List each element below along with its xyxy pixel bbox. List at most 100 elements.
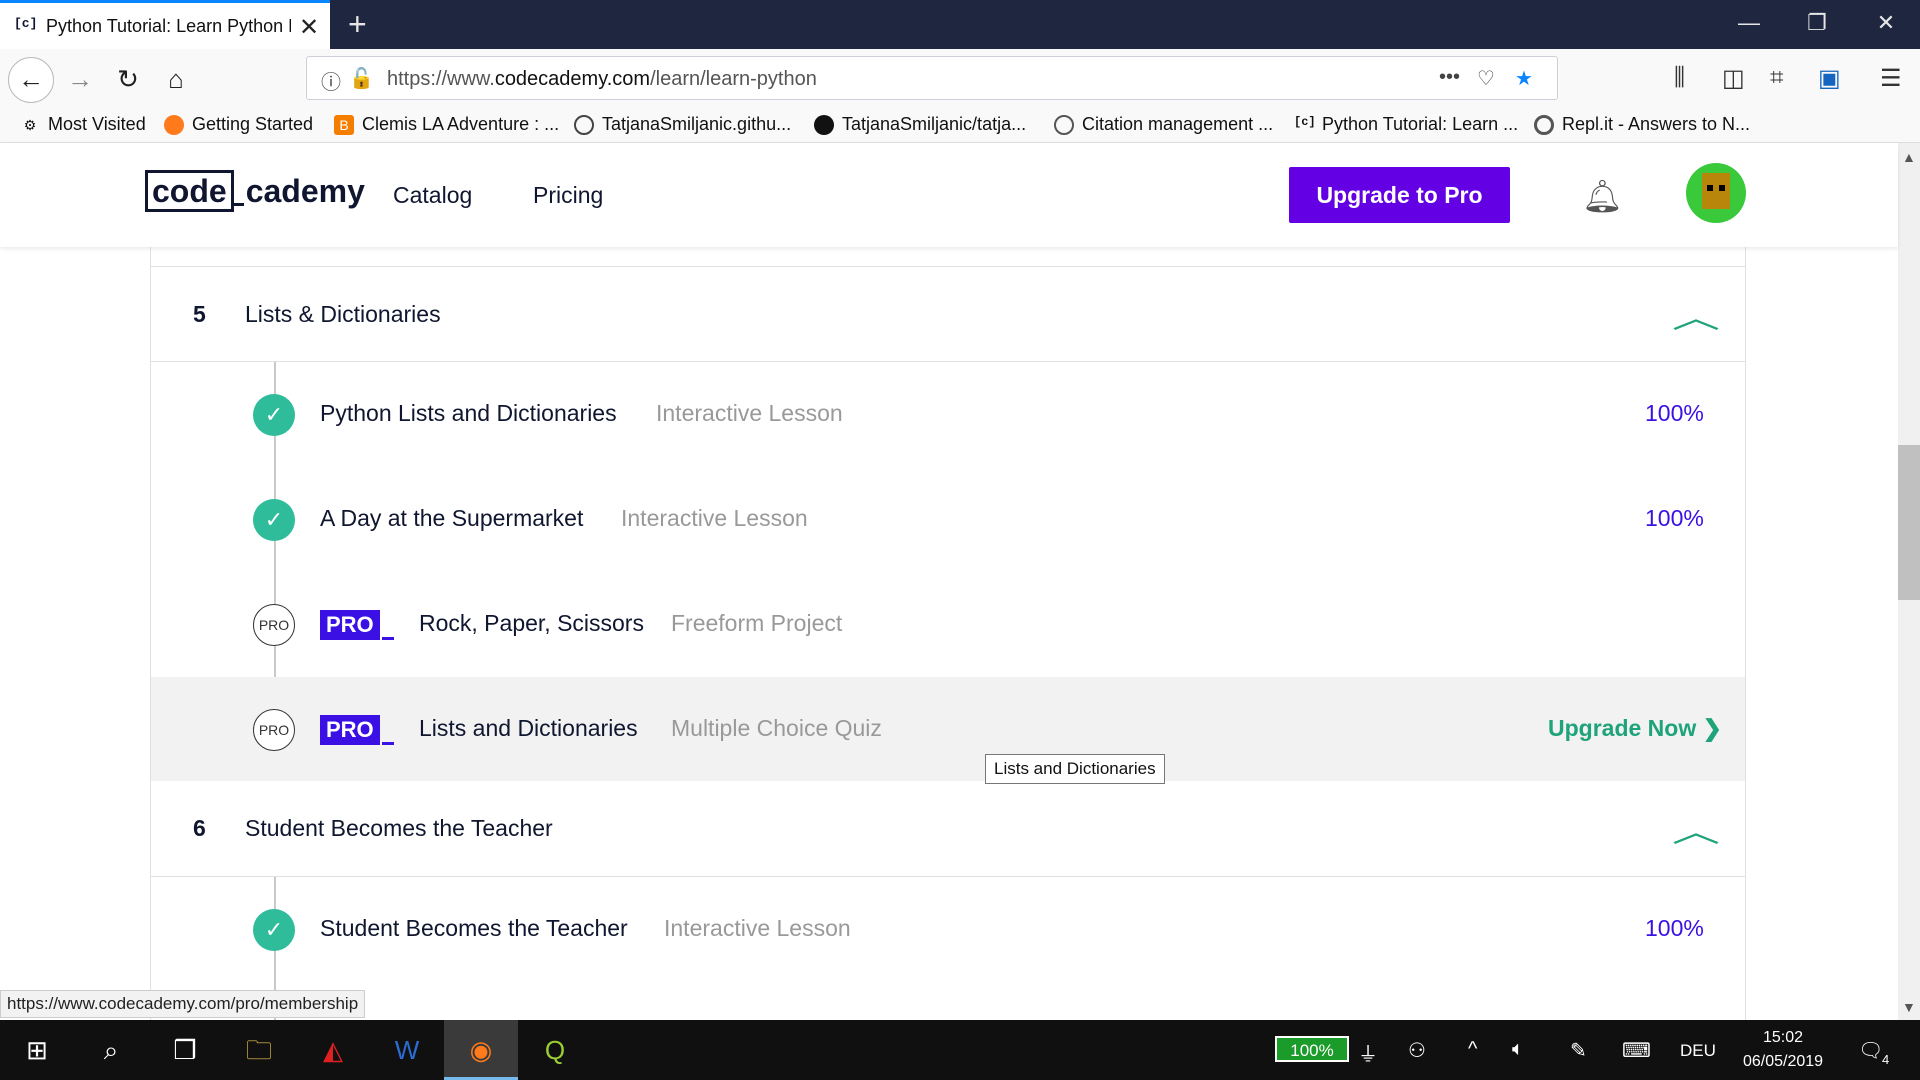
chevron-up-icon[interactable]: ︿ — [1672, 807, 1720, 851]
url-bar[interactable]: ⓘ 🔓 https://www.codecademy.com/learn/lea… — [306, 56, 1558, 100]
battery-indicator[interactable]: 100% — [1275, 1036, 1349, 1062]
language-indicator[interactable]: DEU — [1680, 1041, 1716, 1061]
lesson-type: Multiple Choice Quiz — [671, 715, 882, 741]
search-icon[interactable]: ⌕ — [74, 1020, 148, 1080]
nav-catalog[interactable]: Catalog — [393, 182, 472, 209]
lesson-title[interactable]: Python Lists and Dictionaries — [320, 400, 617, 427]
clock[interactable]: 15:02 06/05/2019 — [1738, 1026, 1828, 1074]
lesson-row[interactable]: ✓ Python Lists and Dictionaries Interact… — [151, 362, 1745, 466]
menu-icon[interactable]: ☰ — [1880, 64, 1902, 93]
chevron-up-icon[interactable]: ^ — [1468, 1038, 1477, 1061]
firefox-icon[interactable]: ◉ — [444, 1020, 518, 1080]
forward-button[interactable]: → — [62, 61, 98, 97]
lesson-type: Interactive Lesson — [664, 915, 851, 941]
page-actions-icon[interactable]: ••• — [1439, 66, 1460, 89]
bookmarks-bar: ⚙ Most Visited Getting Started B Clemis LA… — [0, 109, 1920, 143]
bookmark-star-icon[interactable]: ★ — [1515, 66, 1533, 91]
chevron-right-icon: ❯ — [1702, 715, 1722, 741]
pen-icon[interactable]: ✎ — [1570, 1038, 1587, 1063]
pro-lock-icon: PRO — [253, 709, 295, 751]
bookmark-replit[interactable]: Repl.it - Answers to N... — [1534, 114, 1750, 135]
chevron-up-icon[interactable]: ︿ — [1672, 293, 1720, 337]
scroll-down-icon[interactable]: ▼ — [1902, 999, 1916, 1015]
browser-tab[interactable]: [c] Python Tutorial: Learn Python F ✕ — [0, 0, 330, 49]
time: 15:02 — [1762, 1029, 1804, 1046]
lesson-type: Freeform Project — [671, 610, 843, 636]
task-view-icon[interactable]: ❒ — [148, 1020, 222, 1080]
link-status-url: https://www.codecademy.com/pro/membershi… — [0, 990, 366, 1018]
section-number: 6 — [193, 815, 206, 841]
restore-button[interactable]: ❐ — [1797, 10, 1837, 36]
lesson-title[interactable]: Lists and Dictionaries — [419, 715, 638, 742]
bookmark-citation[interactable]: Citation management ... — [1054, 114, 1273, 135]
sidebar-icon[interactable]: ◫ — [1722, 64, 1745, 93]
tab-title: Python Tutorial: Learn Python F — [46, 16, 291, 36]
date: 06/05/2019 — [1742, 1053, 1824, 1070]
checkmark-icon: ✓ — [253, 499, 295, 541]
notifications-bell-icon[interactable]: 🔔︎ — [1582, 177, 1623, 215]
new-tab-button[interactable]: + — [348, 6, 367, 43]
syllabus: 5 Lists & Dictionaries ︿ ✓ Python Lists … — [150, 247, 1746, 1020]
qgis-icon[interactable]: Q — [518, 1020, 592, 1080]
url-text[interactable]: https://www.codecademy.com/learn/learn-p… — [387, 68, 817, 91]
info-icon[interactable]: ⓘ — [321, 66, 341, 95]
insecure-lock-icon[interactable]: 🔓 — [349, 66, 374, 91]
codecademy-logo[interactable]: code cademy — [145, 170, 365, 212]
extension-icon[interactable]: ▣ — [1818, 64, 1841, 93]
acrobat-icon[interactable]: ◭ — [296, 1020, 370, 1080]
library-icon[interactable]: ⫼ — [1674, 64, 1685, 92]
bookmark-getting-started[interactable]: Getting Started — [164, 114, 313, 135]
lesson-type: Interactive Lesson — [656, 400, 843, 426]
nav-pricing[interactable]: Pricing — [533, 182, 603, 209]
windows-start-icon[interactable]: ⊞ — [0, 1020, 74, 1080]
scroll-up-icon[interactable]: ▲ — [1902, 149, 1916, 165]
tooltip: Lists and Dictionaries — [985, 754, 1165, 784]
notification-count: 4 — [1882, 1052, 1890, 1067]
keyboard-icon[interactable]: ⌨ — [1622, 1038, 1651, 1063]
close-tab-icon[interactable]: ✕ — [299, 13, 319, 42]
section-header[interactable]: 6 Student Becomes the Teacher ︿ — [151, 781, 1745, 877]
bookmark-clemis[interactable]: B Clemis LA Adventure : ... — [334, 114, 559, 135]
bookmark-github-io[interactable]: TatjanaSmiljanic.githu... — [574, 114, 791, 135]
lesson-title[interactable]: Student Becomes the Teacher — [320, 915, 628, 942]
file-explorer-icon[interactable]: 🗀 — [222, 1020, 296, 1080]
lesson-row[interactable]: PRO PRO Lists and Dictionaries Multiple … — [151, 677, 1745, 781]
lesson-row[interactable]: ✓ A Day at the Supermarket Interactive L… — [151, 467, 1745, 571]
action-center-icon[interactable]: 🗨 — [1858, 1038, 1883, 1063]
section-title: Student Becomes the Teacher — [245, 815, 553, 841]
lesson-type: Interactive Lesson — [621, 505, 808, 531]
volume-icon[interactable]: 🔈︎ — [1512, 1038, 1524, 1061]
back-button[interactable]: ← — [8, 57, 54, 103]
bookmark-python-tutorial[interactable]: [c] Python Tutorial: Learn ... — [1294, 114, 1518, 135]
bookmark-most-visited[interactable]: ⚙ Most Visited — [20, 114, 146, 135]
section-header[interactable]: 5 Lists & Dictionaries ︿ — [151, 266, 1745, 362]
lesson-title[interactable]: A Day at the Supermarket — [320, 505, 583, 532]
power-plug-icon: ⏚ — [1358, 1044, 1378, 1066]
github-icon — [814, 114, 834, 135]
home-button[interactable]: ⌂ — [158, 61, 194, 97]
seal-icon — [1054, 114, 1074, 135]
upgrade-to-pro-button[interactable]: Upgrade to Pro — [1289, 167, 1510, 223]
reload-button[interactable]: ↻ — [110, 61, 146, 97]
checkmark-icon: ✓ — [253, 394, 295, 436]
section-title: Lists & Dictionaries — [245, 301, 441, 327]
avatar[interactable] — [1686, 163, 1746, 223]
upgrade-now-link[interactable]: Upgrade Now ❯ — [1548, 715, 1722, 742]
globe-icon — [574, 114, 594, 135]
checkmark-icon: ✓ — [253, 909, 295, 951]
firefox-icon — [164, 114, 184, 135]
lesson-row[interactable]: PRO PRO Rock, Paper, Scissors Freeform P… — [151, 572, 1745, 676]
scrollbar-thumb[interactable] — [1898, 445, 1920, 600]
lesson-title[interactable]: Rock, Paper, Scissors — [419, 610, 644, 637]
lesson-progress: 100% — [1645, 400, 1704, 426]
minimize-button[interactable]: — — [1729, 10, 1769, 36]
lesson-row[interactable]: ✓ Student Becomes the Teacher Interactiv… — [151, 877, 1745, 981]
bookmark-github[interactable]: TatjanaSmiljanic/tatja... — [814, 114, 1026, 135]
word-icon[interactable]: W — [370, 1020, 444, 1080]
people-icon[interactable]: ⚇ — [1408, 1038, 1426, 1063]
pro-badge: PRO — [320, 715, 394, 745]
close-window-button[interactable]: ✕ — [1866, 10, 1906, 36]
browser-titlebar: [c] Python Tutorial: Learn Python F ✕ + … — [0, 0, 1920, 49]
pocket-icon[interactable]: ♡ — [1477, 66, 1495, 91]
screenshot-icon[interactable]: ⌗ — [1770, 64, 1784, 92]
